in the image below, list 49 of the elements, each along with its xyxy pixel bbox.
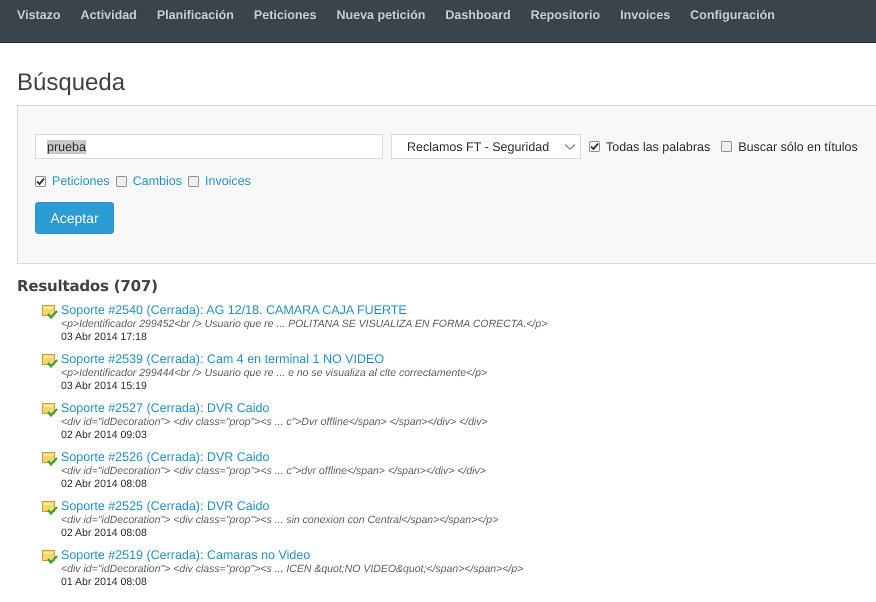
ticket-closed-icon — [42, 451, 58, 467]
result-excerpt: <p>Identificador 299444<br /> Usuario que re ... e no se visualiza al clte correctamente</p> — [61, 367, 488, 380]
nav-link[interactable]: Configuración — [680, 0, 785, 42]
result-date: 02 Abr 2014 08:08 — [61, 527, 148, 539]
nav-link[interactable]: Vistazo — [7, 0, 71, 42]
search-field[interactable]: prueba — [35, 134, 383, 159]
result-date: 02 Abr 2014 08:08 — [61, 478, 148, 490]
filter-link[interactable]: Invoices — [205, 174, 251, 188]
nav-link[interactable]: Peticiones — [244, 0, 326, 42]
checkbox[interactable] — [35, 176, 46, 186]
chevron-down-icon — [564, 142, 576, 150]
result-link[interactable]: Soporte #2527 (Cerrada): DVR Caido — [61, 401, 488, 416]
nav-link[interactable]: Actividad — [70, 0, 147, 42]
results-heading: Resultados (707) — [17, 277, 159, 295]
result-link[interactable]: Soporte #2519 (Cerrada): Camaras no Video — [61, 548, 524, 563]
ticket-closed-icon — [42, 402, 58, 418]
result-date: 01 Abr 2014 08:08 — [61, 576, 148, 588]
nav-link[interactable]: Dashboard — [435, 0, 521, 42]
result-excerpt: <p>Identificador 299452<br /> Usuario que re ... POLITANA SE VISUALIZA EN FORMA CORECTA.</p> — [61, 318, 548, 331]
result-excerpt: <div id="idDecoration"> <div class="prop"><s ... c">Dvr offline</span> </span></div> </div> — [61, 416, 488, 429]
checkbox[interactable] — [188, 176, 200, 186]
result-link[interactable]: Soporte #2526 (Cerrada): DVR Caido — [61, 450, 486, 465]
result-excerpt: <div id="idDecoration"> <div class="prop"><s ... c">dvr offline</span> </span></div> </div> — [61, 465, 486, 478]
result-link[interactable]: Soporte #2539 (Cerrada): Cam 4 en terminal 1 NO VIDEO — [61, 352, 488, 367]
nav-link[interactable]: Nueva petición — [326, 0, 436, 42]
result-link[interactable]: Soporte #2540 (Cerrada): AG 12/18. CAMARA CAJA FUERTE — [61, 303, 548, 318]
option-label: Todas las palabras — [606, 140, 710, 154]
filter-link[interactable]: Cambios — [132, 174, 182, 188]
nav-link[interactable]: Repositorio — [520, 0, 610, 42]
project-dropdown[interactable]: Reclamos FT - Seguridad — [391, 134, 581, 159]
result-date: 02 Abr 2014 09:03 — [61, 429, 148, 441]
result-excerpt: <div id="idDecoration"> <div class="prop"><s ... sin conexion con Central</span></span></p> — [61, 514, 498, 527]
nav-link[interactable]: Planificación — [146, 0, 244, 42]
ticket-closed-icon — [42, 549, 58, 565]
nav-link[interactable]: Invoices — [610, 0, 680, 42]
result-excerpt: <div id="idDecoration"> <div class="prop"><s ... ICEN &quot;NO VIDEO&quot;</span></span></p> — [61, 563, 524, 576]
checkbox[interactable] — [589, 141, 600, 152]
submit-button[interactable]: Aceptar — [35, 202, 114, 234]
ticket-closed-icon — [42, 353, 58, 369]
page-title: Búsqueda — [16, 68, 126, 98]
result-link[interactable]: Soporte #2525 (Cerrada): DVR Caido — [61, 499, 498, 514]
option-label: Buscar sólo en títulos — [738, 140, 858, 154]
ticket-closed-icon — [42, 500, 58, 516]
ticket-closed-icon — [42, 304, 58, 320]
result-date: 03 Abr 2014 17:18 — [61, 331, 148, 343]
filter-link[interactable]: Peticiones — [52, 174, 110, 188]
checkbox[interactable] — [116, 176, 127, 186]
result-date: 03 Abr 2014 15:19 — [61, 380, 148, 392]
checkbox[interactable] — [721, 141, 732, 152]
